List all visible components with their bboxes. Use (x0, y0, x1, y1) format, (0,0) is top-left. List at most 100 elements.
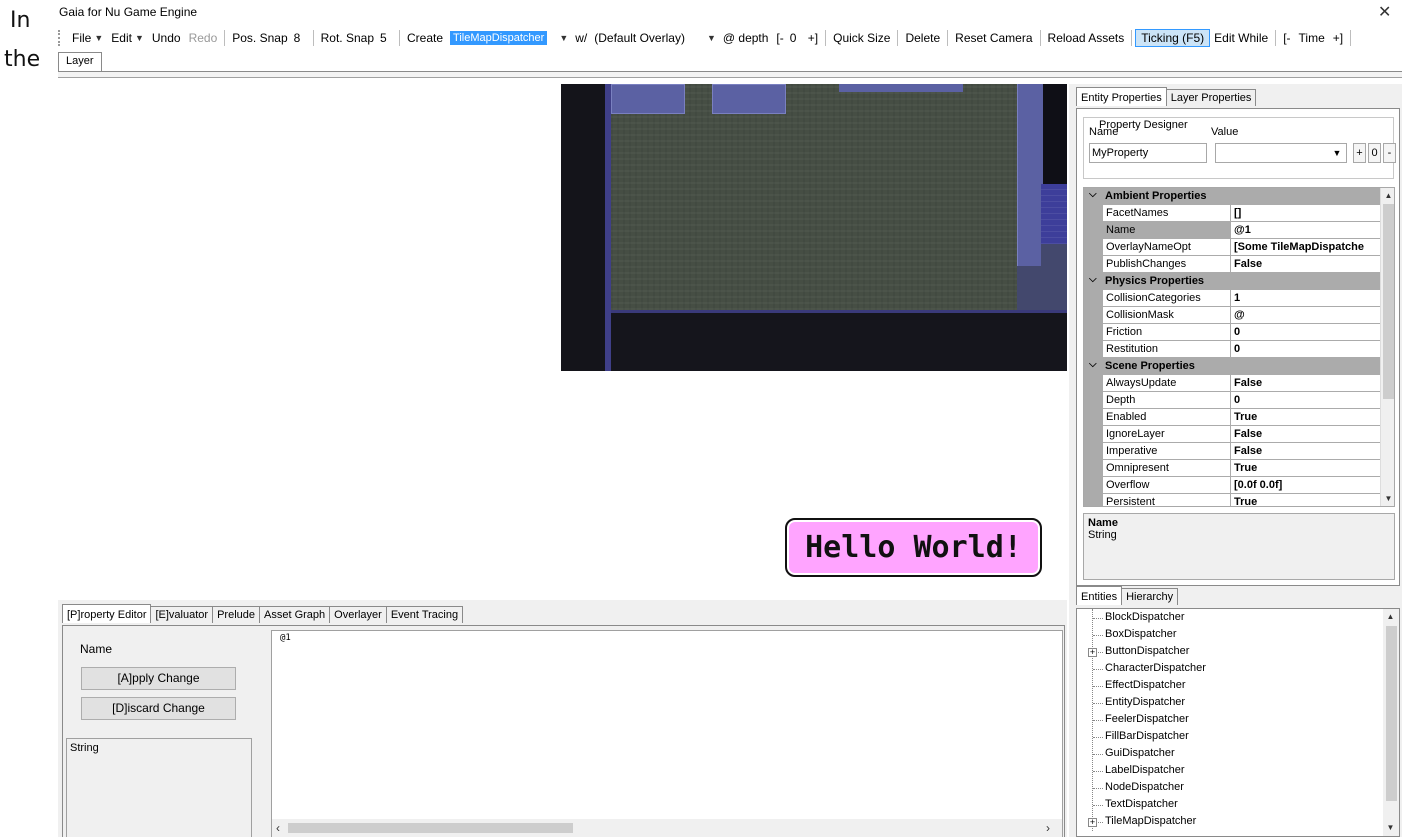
property-row[interactable]: Enabled True (1084, 409, 1380, 426)
tree-item[interactable]: EntityDispatcher (1105, 696, 1185, 708)
tab-layer[interactable]: Layer (58, 52, 102, 72)
time-increase-button[interactable]: +] (1329, 29, 1347, 47)
property-value[interactable]: [0.0f 0.0f] (1230, 477, 1380, 494)
property-value[interactable]: False (1230, 426, 1380, 443)
property-row[interactable]: Depth 0 (1084, 392, 1380, 409)
ticking-toggle[interactable]: Ticking (F5) (1135, 29, 1211, 47)
quick-size-button[interactable]: Quick Size (829, 29, 894, 47)
tab-layer-properties[interactable]: Layer Properties (1165, 89, 1257, 106)
grid-scroll-thumb[interactable] (1383, 204, 1394, 399)
redo-button[interactable]: Redo (185, 29, 222, 47)
tab-entity-properties[interactable]: Entity Properties (1076, 87, 1167, 106)
designer-remove-button[interactable]: - (1383, 143, 1396, 163)
time-decrease-button[interactable]: [- (1279, 29, 1294, 47)
property-row[interactable]: Friction 0 (1084, 324, 1380, 341)
apply-change-button[interactable]: [A]pply Change (81, 667, 236, 690)
tab-event-tracing[interactable]: Event Tracing (385, 606, 464, 623)
property-value[interactable]: 0 (1230, 324, 1380, 341)
scroll-up-icon[interactable]: ▲ (1383, 609, 1398, 624)
tree-scroll-thumb[interactable] (1386, 626, 1397, 801)
property-grid-scrollbar[interactable]: ▲ ▼ (1380, 188, 1394, 506)
property-row[interactable]: PublishChanges False (1084, 256, 1380, 273)
tree-item[interactable]: LabelDispatcher (1105, 764, 1185, 776)
file-menu[interactable]: File ▼ (68, 29, 107, 47)
chevron-down-icon[interactable]: ⌵ (1089, 189, 1097, 200)
editor-scroll-thumb[interactable] (288, 823, 573, 833)
discard-change-button[interactable]: [D]iscard Change (81, 697, 236, 720)
property-value[interactable]: 0 (1230, 341, 1380, 358)
designer-add-button[interactable]: + (1353, 143, 1366, 163)
property-value[interactable]: False (1230, 443, 1380, 460)
chevron-down-icon[interactable]: ⌵ (1089, 274, 1097, 285)
tree-item[interactable]: FeelerDispatcher (1105, 713, 1189, 725)
create-button[interactable]: Create (403, 29, 447, 47)
property-row[interactable]: Restitution 0 (1084, 341, 1380, 358)
tab-entities[interactable]: Entities (1076, 586, 1123, 605)
tree-scrollbar[interactable]: ▲ ▼ (1383, 609, 1399, 836)
property-row[interactable]: Persistent True (1084, 494, 1380, 506)
property-category[interactable]: ⌵ Ambient Properties (1084, 188, 1380, 205)
property-value[interactable]: @1 (1230, 222, 1380, 239)
reset-camera-button[interactable]: Reset Camera (951, 29, 1036, 47)
property-row[interactable]: AlwaysUpdate False (1084, 375, 1380, 392)
game-viewport[interactable] (561, 84, 1067, 371)
scroll-down-icon[interactable]: ▼ (1381, 491, 1394, 506)
tab-overlayer[interactable]: Overlayer (329, 606, 387, 623)
rot-snap-input[interactable] (378, 30, 396, 46)
tree-item[interactable]: CharacterDispatcher (1105, 662, 1206, 674)
hello-world-label[interactable]: Hello World! (785, 518, 1042, 577)
tree-item[interactable]: EffectDispatcher (1105, 679, 1186, 691)
property-row[interactable]: CollisionMask @ (1084, 307, 1380, 324)
property-value[interactable]: [] (1230, 205, 1380, 222)
designer-value-select[interactable]: ▼ (1215, 143, 1347, 163)
dispatcher-select[interactable]: TileMapDispatcher ▼ (447, 30, 571, 46)
property-category[interactable]: ⌵ Physics Properties (1084, 273, 1380, 290)
expand-icon[interactable]: + (1088, 648, 1097, 657)
property-row[interactable]: Imperative False (1084, 443, 1380, 460)
tab-property-editor[interactable]: [P]roperty Editor (62, 604, 152, 623)
property-value[interactable]: 1 (1230, 290, 1380, 307)
property-row[interactable]: Omnipresent True (1084, 460, 1380, 477)
toolbar-grip-icon[interactable] (58, 30, 64, 46)
scroll-right-icon[interactable]: › (1046, 821, 1050, 835)
undo-button[interactable]: Undo (148, 29, 185, 47)
property-row[interactable]: IgnoreLayer False (1084, 426, 1380, 443)
property-row[interactable]: Name @1 (1084, 222, 1380, 239)
property-value[interactable]: 0 (1230, 392, 1380, 409)
property-value[interactable]: True (1230, 409, 1380, 426)
property-value[interactable]: True (1230, 460, 1380, 477)
property-category[interactable]: ⌵ Scene Properties (1084, 358, 1380, 375)
designer-zero-button[interactable]: 0 (1368, 143, 1381, 163)
property-row[interactable]: Overflow [0.0f 0.0f] (1084, 477, 1380, 494)
tab-hierarchy[interactable]: Hierarchy (1121, 588, 1179, 605)
depth-input[interactable] (787, 30, 804, 46)
property-row[interactable]: CollisionCategories 1 (1084, 290, 1380, 307)
property-value[interactable]: False (1230, 375, 1380, 392)
scroll-down-icon[interactable]: ▼ (1383, 820, 1398, 835)
tab-evaluator[interactable]: [E]valuator (150, 606, 214, 623)
chevron-down-icon[interactable]: ⌵ (1089, 359, 1097, 370)
depth-increase-button[interactable]: +] (804, 29, 822, 47)
tree-item[interactable]: NodeDispatcher (1105, 781, 1184, 793)
overlay-select[interactable]: (Default Overlay) ▼ (591, 30, 719, 46)
scroll-up-icon[interactable]: ▲ (1381, 188, 1394, 203)
reload-assets-button[interactable]: Reload Assets (1044, 29, 1129, 47)
property-row[interactable]: OverlayNameOpt [Some TileMapDispatche (1084, 239, 1380, 256)
tree-item[interactable]: TextDispatcher (1105, 798, 1178, 810)
property-value-editor[interactable]: @1 ‹ › (271, 630, 1063, 837)
tab-prelude[interactable]: Prelude (212, 606, 260, 623)
depth-decrease-button[interactable]: [- (772, 29, 787, 47)
tree-item[interactable]: BoxDispatcher (1105, 628, 1177, 640)
pos-snap-input[interactable] (291, 30, 310, 46)
tree-item[interactable]: BlockDispatcher (1105, 611, 1184, 623)
delete-button[interactable]: Delete (901, 29, 944, 47)
property-row[interactable]: FacetNames[] (1084, 205, 1380, 222)
close-icon[interactable]: ✕ (1378, 2, 1391, 22)
edit-menu[interactable]: Edit ▼ (107, 29, 148, 47)
designer-name-input[interactable] (1089, 143, 1207, 163)
scroll-left-icon[interactable]: ‹ (276, 821, 280, 835)
property-value[interactable]: @ (1230, 307, 1380, 324)
tree-item[interactable]: TileMapDispatcher (1105, 815, 1196, 827)
expand-icon[interactable]: + (1088, 818, 1097, 827)
tab-asset-graph[interactable]: Asset Graph (259, 606, 331, 623)
